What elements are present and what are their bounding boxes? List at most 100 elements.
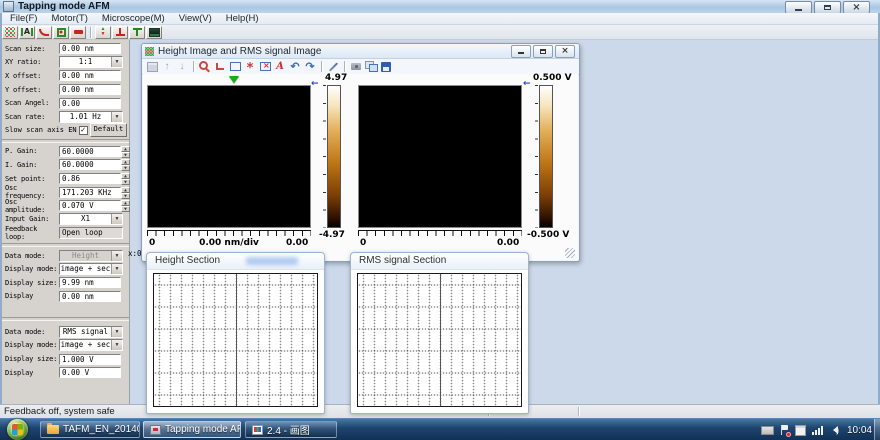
- set-point-spin-down-icon[interactable]: ▼: [121, 179, 130, 185]
- slow-scan-checkbox[interactable]: [79, 126, 88, 135]
- taskbar-button-paint[interactable]: 2.4 - 画图: [245, 421, 337, 438]
- rms-display-size-input[interactable]: [59, 354, 121, 365]
- child-maximize-button[interactable]: [533, 45, 553, 58]
- line-measure-icon[interactable]: [326, 60, 340, 73]
- clock[interactable]: 10:04: [847, 425, 872, 436]
- input-gain-select[interactable]: X1▼: [59, 213, 123, 225]
- osc-amplitude-spinner[interactable]: ▲▼: [121, 200, 130, 211]
- xy-ratio-select[interactable]: 1:1▼: [59, 56, 123, 68]
- taskbar-button-folder[interactable]: TAFM_EN_20140819: [40, 421, 140, 438]
- p-gain-spinner[interactable]: ▲▼: [121, 146, 130, 157]
- menu-item-2[interactable]: Microscope(M): [95, 13, 172, 25]
- ime-icon[interactable]: [795, 425, 806, 436]
- height-section-titlebar[interactable]: Height Section: [147, 253, 324, 270]
- rms-data-mode-select[interactable]: RMS signal▼: [59, 326, 123, 338]
- chevron-down-icon[interactable]: ▼: [111, 251, 122, 261]
- y-offset-input[interactable]: [59, 84, 121, 95]
- i-gain-input[interactable]: [59, 159, 121, 170]
- rms-display-input[interactable]: [59, 367, 121, 378]
- copy-image-icon[interactable]: [364, 60, 378, 73]
- scale-max-arrow-icon[interactable]: ←: [523, 80, 531, 89]
- height-colorbar[interactable]: [327, 85, 341, 228]
- osc-frequency-spinner[interactable]: ▲▼: [121, 187, 130, 198]
- rms-colorbar[interactable]: [539, 85, 553, 228]
- image-window[interactable]: Height Image and RMS signal Image ← 4.97…: [141, 43, 580, 262]
- scan-size-input[interactable]: [59, 43, 121, 54]
- video-display-icon[interactable]: [146, 26, 162, 39]
- rms-section-window[interactable]: RMS signal Section: [350, 252, 529, 414]
- chevron-down-icon[interactable]: ▼: [111, 57, 122, 67]
- chevron-down-icon[interactable]: ▼: [111, 214, 122, 224]
- height-section-plot[interactable]: [153, 273, 318, 407]
- p-gain-input[interactable]: [59, 146, 121, 157]
- x-offset-input[interactable]: [59, 70, 121, 81]
- menu-item-1[interactable]: Motor(T): [44, 13, 94, 25]
- chevron-down-icon[interactable]: ▼: [111, 340, 122, 350]
- menu-item-3[interactable]: View(V): [172, 13, 219, 25]
- child-minimize-button[interactable]: [511, 45, 531, 58]
- chevron-down-icon[interactable]: ▼: [111, 327, 122, 337]
- default-button[interactable]: Default: [90, 123, 128, 137]
- osc-frequency-input[interactable]: [59, 187, 121, 198]
- p-gain-spin-down-icon[interactable]: ▼: [121, 152, 130, 158]
- force-curve-icon[interactable]: [36, 26, 52, 39]
- rms-image-canvas[interactable]: [358, 85, 522, 228]
- height-display-mode-select[interactable]: image + sec▼: [59, 263, 123, 275]
- scan-angel-input[interactable]: [59, 98, 121, 109]
- up-arrow-icon[interactable]: [160, 60, 174, 73]
- toolbar-separator: [193, 61, 194, 72]
- menu-item-4[interactable]: Help(H): [219, 13, 266, 25]
- set-point-input[interactable]: [59, 173, 121, 184]
- i-gain-spin-down-icon[interactable]: ▼: [121, 165, 130, 171]
- zoom-tool-icon[interactable]: [198, 60, 212, 73]
- start-button[interactable]: [7, 419, 28, 440]
- scan-rate-select[interactable]: 1.01 Hz▼: [59, 111, 123, 123]
- tip-approach-icon[interactable]: [112, 26, 128, 39]
- chevron-down-icon[interactable]: ▼: [111, 264, 122, 274]
- i-gain-spinner[interactable]: ▲▼: [121, 159, 130, 170]
- keyboard-icon[interactable]: [761, 426, 774, 435]
- height-image-canvas[interactable]: [147, 85, 311, 228]
- cross-marker-icon[interactable]: [243, 60, 257, 73]
- child-close-button[interactable]: [555, 45, 575, 58]
- angle-tool-icon[interactable]: [213, 60, 227, 73]
- stop-icon[interactable]: [70, 26, 86, 39]
- rms-display-mode-select[interactable]: image + sec▼: [59, 339, 123, 351]
- save-icon[interactable]: [379, 60, 393, 73]
- p-gain-label: P. Gain:: [5, 147, 59, 155]
- undo-icon[interactable]: [288, 60, 302, 73]
- rms-section-plot[interactable]: [357, 273, 522, 407]
- height-section-window[interactable]: Height Section: [146, 252, 325, 414]
- frequency-sweep-icon[interactable]: [19, 26, 35, 39]
- scale-max-arrow-icon[interactable]: ←: [311, 80, 319, 89]
- view-mode-tool-icon[interactable]: [145, 60, 159, 73]
- set-point-spinner[interactable]: ▲▼: [121, 173, 130, 184]
- osc-amplitude-spin-down-icon[interactable]: ▼: [121, 206, 130, 212]
- menu-item-0[interactable]: File(F): [3, 13, 44, 25]
- taskbar: TAFM_EN_20140819 Tapping mode AFM 2.4 - …: [0, 418, 880, 440]
- chevron-down-icon[interactable]: ▼: [111, 112, 122, 122]
- taskbar-button-afm[interactable]: Tapping mode AFM: [143, 421, 241, 438]
- show-desktop-button[interactable]: [874, 419, 880, 440]
- network-signal-icon[interactable]: [812, 425, 823, 435]
- redo-icon[interactable]: [303, 60, 317, 73]
- image-clear-icon[interactable]: [258, 60, 272, 73]
- down-arrow-icon[interactable]: [175, 60, 189, 73]
- scan-pattern-icon[interactable]: [2, 26, 18, 39]
- resize-grip[interactable]: [565, 248, 575, 258]
- height-display-input[interactable]: [59, 291, 121, 302]
- rms-section-titlebar[interactable]: RMS signal Section: [351, 253, 528, 270]
- motor-updown-icon[interactable]: [95, 26, 111, 39]
- text-label-icon[interactable]: [273, 60, 287, 73]
- volume-icon[interactable]: [829, 426, 839, 435]
- height-display-size-input[interactable]: [59, 277, 121, 288]
- height-data-mode-select[interactable]: Height▼: [59, 250, 123, 262]
- osc-amplitude-input[interactable]: [59, 200, 121, 211]
- laser-align-icon[interactable]: [53, 26, 69, 39]
- snapshot-icon[interactable]: [349, 60, 363, 73]
- osc-frequency-spin-down-icon[interactable]: ▼: [121, 193, 130, 199]
- tip-retract-icon[interactable]: [129, 26, 145, 39]
- image-window-titlebar[interactable]: Height Image and RMS signal Image: [142, 44, 579, 59]
- rect-select-icon[interactable]: [228, 60, 242, 73]
- action-center-flag-icon[interactable]: [780, 425, 789, 436]
